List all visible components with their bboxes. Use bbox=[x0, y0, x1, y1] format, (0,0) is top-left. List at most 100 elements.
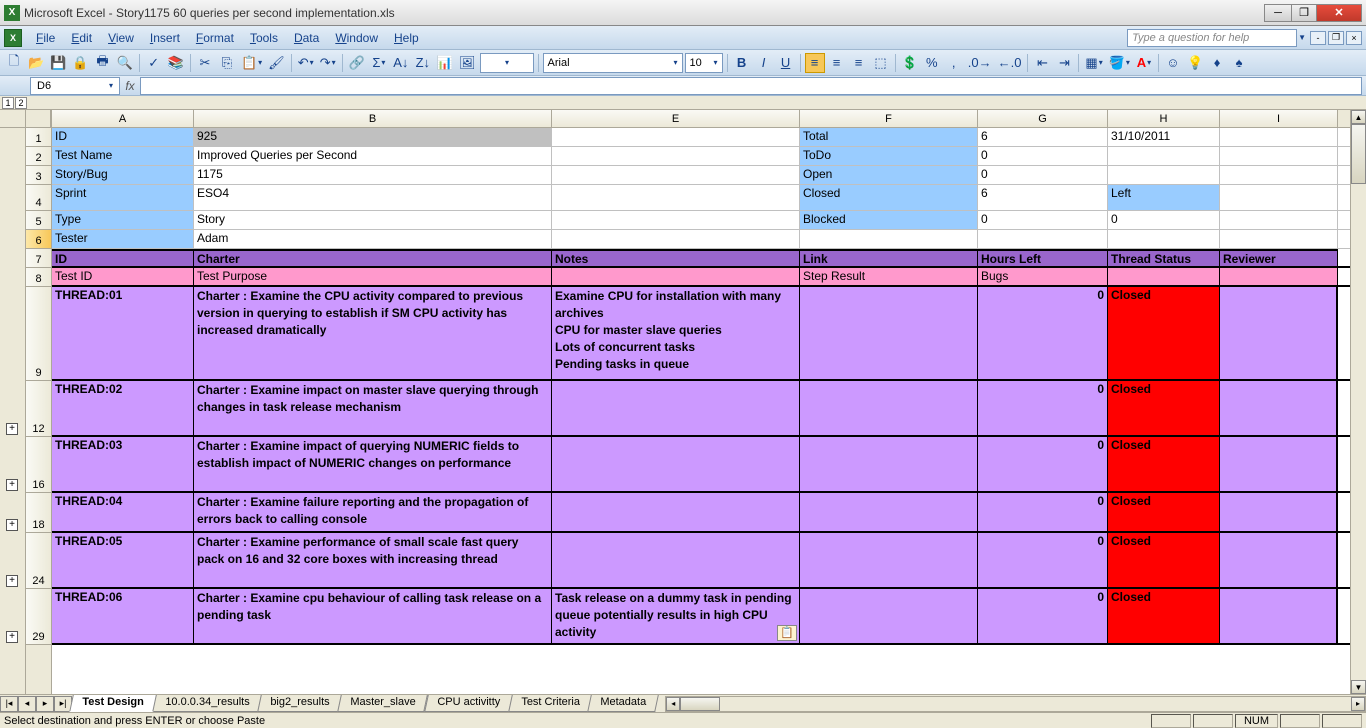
cell[interactable]: THREAD:06 bbox=[52, 589, 194, 643]
cell[interactable]: 6 bbox=[978, 185, 1108, 210]
cell[interactable]: Charter bbox=[194, 249, 552, 266]
underline-button[interactable]: U bbox=[776, 53, 796, 73]
cell[interactable] bbox=[800, 381, 978, 435]
row-header-6[interactable]: 6 bbox=[26, 230, 51, 249]
row-header-24[interactable]: 24 bbox=[26, 533, 51, 589]
cell[interactable]: Tester bbox=[52, 230, 194, 248]
redo-icon[interactable]: ↷▾ bbox=[318, 53, 338, 73]
outline-level-1[interactable]: 1 bbox=[2, 97, 14, 109]
zoom-select[interactable]: ▾ bbox=[480, 53, 534, 73]
font-size-select[interactable]: 10▾ bbox=[685, 53, 723, 73]
merge-center-button[interactable]: ⬚ bbox=[871, 53, 891, 73]
cell[interactable]: 0 bbox=[978, 211, 1108, 229]
format-painter-icon[interactable]: 🖌 bbox=[266, 53, 287, 73]
cell[interactable]: Charter : Examine failure reporting and … bbox=[194, 493, 552, 531]
menu-window[interactable]: Window bbox=[327, 29, 386, 47]
cell[interactable] bbox=[978, 230, 1108, 248]
cell[interactable]: 0 bbox=[978, 437, 1108, 491]
sheet-tab-metadata[interactable]: Metadata bbox=[588, 695, 659, 712]
outline-level-2[interactable]: 2 bbox=[15, 97, 27, 109]
vertical-scrollbar[interactable]: ▲ ▼ bbox=[1350, 110, 1366, 694]
fill-color-button[interactable]: 🪣▾ bbox=[1107, 53, 1132, 73]
smiley-icon[interactable]: ☺ bbox=[1163, 53, 1183, 73]
undo-icon[interactable]: ↶▾ bbox=[296, 53, 316, 73]
cell[interactable]: 0 bbox=[1108, 211, 1220, 229]
increase-indent-button[interactable]: ⇥ bbox=[1054, 53, 1074, 73]
cell[interactable]: Notes bbox=[552, 249, 800, 266]
scroll-right-button[interactable]: ▸ bbox=[1351, 697, 1365, 711]
row-header-29[interactable]: 29 bbox=[26, 589, 51, 645]
column-header-E[interactable]: E bbox=[552, 110, 800, 127]
sheet-tab-master-slave[interactable]: Master_slave bbox=[337, 695, 428, 712]
cell[interactable] bbox=[1220, 533, 1338, 587]
row-header-1[interactable]: 1 bbox=[26, 128, 51, 147]
horizontal-scrollbar[interactable]: ◂ ▸ bbox=[665, 696, 1366, 712]
cell[interactable]: ToDo bbox=[800, 147, 978, 165]
cell[interactable]: Charter : Examine performance of small s… bbox=[194, 533, 552, 587]
cell[interactable] bbox=[552, 381, 800, 435]
minimize-button[interactable]: ─ bbox=[1264, 4, 1292, 22]
menu-help[interactable]: Help bbox=[386, 29, 427, 47]
lightbulb-icon[interactable]: 💡 bbox=[1185, 53, 1205, 73]
cell[interactable] bbox=[552, 128, 800, 146]
close-button[interactable]: ✕ bbox=[1316, 4, 1362, 22]
scroll-thumb[interactable] bbox=[1351, 124, 1366, 184]
cell[interactable]: Improved Queries per Second bbox=[194, 147, 552, 165]
spade-icon[interactable]: ♠ bbox=[1229, 53, 1249, 73]
cell[interactable]: Type bbox=[52, 211, 194, 229]
drawing-icon[interactable]: 🖼 bbox=[457, 53, 478, 73]
row-header-8[interactable]: 8 bbox=[26, 268, 51, 287]
cell[interactable]: Charter : Examine impact of querying NUM… bbox=[194, 437, 552, 491]
cell[interactable]: ID bbox=[52, 128, 194, 146]
cell[interactable]: THREAD:04 bbox=[52, 493, 194, 531]
row-header-16[interactable]: 16 bbox=[26, 437, 51, 493]
autosum-icon[interactable]: Σ▾ bbox=[369, 53, 389, 73]
row-header-5[interactable]: 5 bbox=[26, 211, 51, 230]
cell[interactable]: 0 bbox=[978, 589, 1108, 643]
cell[interactable] bbox=[1108, 268, 1220, 285]
sheet-tab-test-criteria[interactable]: Test Criteria bbox=[508, 695, 592, 712]
mdi-restore-button[interactable]: ❐ bbox=[1328, 31, 1344, 45]
cell[interactable]: Bugs bbox=[978, 268, 1108, 285]
menu-tools[interactable]: Tools bbox=[242, 29, 286, 47]
cell[interactable]: Test Purpose bbox=[194, 268, 552, 285]
cell[interactable]: Charter : Examine the CPU activity compa… bbox=[194, 287, 552, 379]
column-header-B[interactable]: B bbox=[194, 110, 552, 127]
comma-button[interactable]: , bbox=[944, 53, 964, 73]
row-header-7[interactable]: 7 bbox=[26, 249, 51, 268]
cell[interactable]: Sprint bbox=[52, 185, 194, 210]
cell[interactable]: THREAD:02 bbox=[52, 381, 194, 435]
cell[interactable] bbox=[1220, 166, 1338, 184]
scroll-left-button[interactable]: ◂ bbox=[666, 697, 680, 711]
sheet-tab-cpu-activitty[interactable]: CPU activitty bbox=[424, 695, 513, 712]
cell[interactable]: Closed bbox=[800, 185, 978, 210]
maximize-button[interactable]: ❐ bbox=[1291, 4, 1317, 22]
formula-input[interactable] bbox=[140, 77, 1362, 95]
outline-expand-button[interactable]: + bbox=[6, 423, 18, 435]
sort-asc-icon[interactable]: A↓ bbox=[391, 53, 411, 73]
hscroll-thumb[interactable] bbox=[680, 697, 720, 711]
sort-desc-icon[interactable]: Z↓ bbox=[413, 53, 433, 73]
dropdown-icon[interactable]: ▼ bbox=[1298, 33, 1306, 42]
scroll-up-button[interactable]: ▲ bbox=[1351, 110, 1366, 124]
cell[interactable] bbox=[552, 437, 800, 491]
open-icon[interactable]: 📂 bbox=[26, 53, 46, 73]
sheet-first-button[interactable]: |◂ bbox=[0, 696, 18, 712]
mdi-close-button[interactable]: × bbox=[1346, 31, 1362, 45]
cell[interactable] bbox=[552, 211, 800, 229]
cell[interactable]: Link bbox=[800, 249, 978, 266]
cell[interactable] bbox=[800, 533, 978, 587]
cell[interactable] bbox=[552, 533, 800, 587]
cell[interactable]: Charter : Examine impact on master slave… bbox=[194, 381, 552, 435]
save-icon[interactable]: 💾 bbox=[48, 53, 68, 73]
hyperlink-icon[interactable]: 🔗 bbox=[347, 53, 367, 73]
cell[interactable]: Closed bbox=[1108, 493, 1220, 531]
paste-icon[interactable]: 📋▾ bbox=[239, 53, 264, 73]
cell[interactable]: Closed bbox=[1108, 287, 1220, 379]
cell[interactable] bbox=[800, 230, 978, 248]
increase-decimal-button[interactable]: .0→ bbox=[966, 53, 994, 73]
row-header-2[interactable]: 2 bbox=[26, 147, 51, 166]
cell[interactable] bbox=[1220, 230, 1338, 248]
cell[interactable] bbox=[552, 185, 800, 210]
cell[interactable]: Examine CPU for installation with many a… bbox=[552, 287, 800, 379]
